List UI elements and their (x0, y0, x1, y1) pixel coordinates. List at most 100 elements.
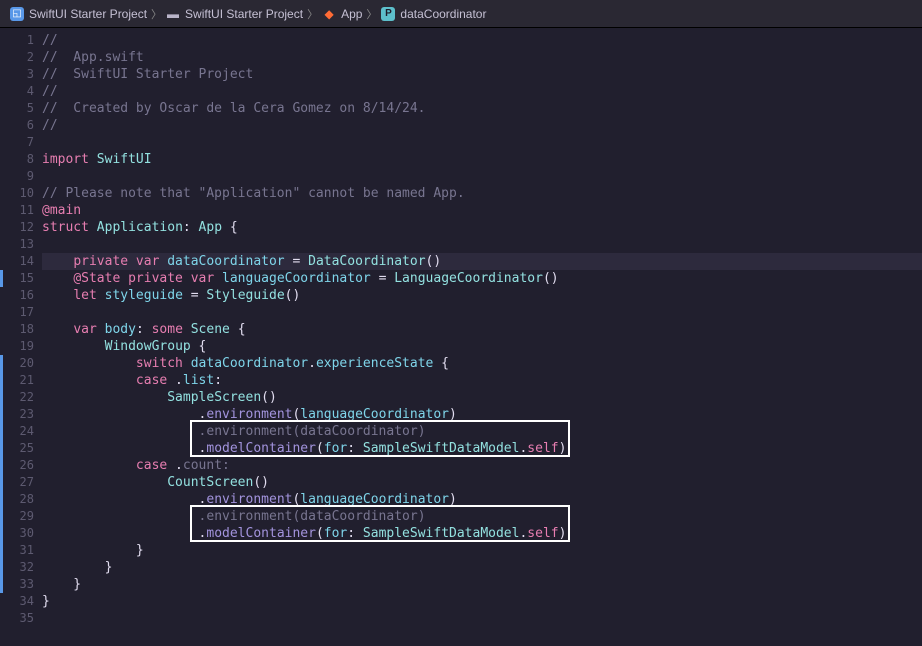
code-line[interactable] (42, 168, 922, 185)
token-dim: .environment(dataCoordinator) (199, 509, 426, 524)
code-area[interactable]: //// App.swift// SwiftUI Starter Project… (42, 28, 922, 646)
code-line[interactable]: // (42, 83, 922, 100)
breadcrumb-bar: ◱ SwiftUI Starter Project 〉 ▬ SwiftUI St… (0, 0, 922, 28)
line-number: 22 (0, 389, 42, 406)
line-number: 26 (0, 457, 42, 474)
token-plain: { (433, 356, 449, 371)
line-number: 20 (0, 355, 42, 372)
token-plain: . (42, 492, 206, 507)
code-line[interactable]: WindowGroup { (42, 338, 922, 355)
code-line[interactable]: // (42, 32, 922, 49)
token-keyword: self (527, 526, 558, 541)
token-ident: for (324, 441, 347, 456)
code-line[interactable]: .environment(dataCoordinator) (42, 423, 922, 440)
code-line[interactable] (42, 134, 922, 151)
line-number: 6 (0, 117, 42, 134)
code-line[interactable]: @main (42, 202, 922, 219)
code-line[interactable]: // SwiftUI Starter Project (42, 66, 922, 83)
code-line[interactable]: // Created by Oscar de la Cera Gomez on … (42, 100, 922, 117)
token-type: CountScreen (167, 475, 253, 490)
token-plain (89, 220, 97, 235)
token-plain: : (347, 441, 363, 456)
token-plain (42, 424, 199, 439)
code-line[interactable]: // (42, 117, 922, 134)
token-type: App (199, 220, 222, 235)
token-plain: } (42, 594, 50, 609)
code-line[interactable]: private var dataCoordinator = DataCoordi… (42, 253, 922, 270)
code-line[interactable]: case .list: (42, 372, 922, 389)
token-plain: = (285, 254, 308, 269)
code-line[interactable]: } (42, 542, 922, 559)
code-line[interactable]: var body: some Scene { (42, 321, 922, 338)
token-type: Styleguide (206, 288, 284, 303)
token-type: SwiftUI (97, 152, 152, 167)
token-plain: { (230, 322, 246, 337)
token-plain: . (42, 441, 206, 456)
line-number: 35 (0, 610, 42, 627)
token-plain (42, 509, 199, 524)
breadcrumb-item-0[interactable]: ◱ SwiftUI Starter Project (10, 7, 147, 21)
code-line[interactable]: SampleScreen() (42, 389, 922, 406)
token-plain (42, 339, 105, 354)
code-line[interactable]: import SwiftUI (42, 151, 922, 168)
token-plain (214, 271, 222, 286)
code-line[interactable]: // Please note that "Application" cannot… (42, 185, 922, 202)
line-number: 5 (0, 100, 42, 117)
token-ident: languageCoordinator (222, 271, 371, 286)
breadcrumb-item-1[interactable]: ▬ SwiftUI Starter Project (166, 7, 303, 21)
token-comment: // App.swift (42, 50, 144, 65)
line-number: 8 (0, 151, 42, 168)
code-editor[interactable]: 1234567891011121314151617181920212223242… (0, 28, 922, 646)
swift-icon: ◆ (322, 7, 336, 21)
code-line[interactable]: CountScreen() (42, 474, 922, 491)
token-keyword: var (73, 322, 96, 337)
code-line[interactable] (42, 236, 922, 253)
line-number: 29 (0, 508, 42, 525)
code-line[interactable] (42, 304, 922, 321)
code-line[interactable]: // App.swift (42, 49, 922, 66)
code-line[interactable]: case .count: (42, 457, 922, 474)
code-line[interactable] (42, 610, 922, 627)
code-line[interactable]: switch dataCoordinator.experienceState { (42, 355, 922, 372)
code-line[interactable]: .environment(dataCoordinator) (42, 508, 922, 525)
line-gutter: 1234567891011121314151617181920212223242… (0, 28, 42, 646)
project-icon: ◱ (10, 7, 24, 21)
folder-icon: ▬ (166, 7, 180, 21)
breadcrumb-item-3[interactable]: P dataCoordinator (381, 7, 486, 21)
breadcrumb-label: App (341, 7, 362, 21)
breadcrumb-label: dataCoordinator (400, 7, 486, 21)
code-line[interactable]: } (42, 576, 922, 593)
line-number: 10 (0, 185, 42, 202)
token-ident: for (324, 526, 347, 541)
code-line[interactable]: @State private var languageCoordinator =… (42, 270, 922, 287)
line-number: 4 (0, 83, 42, 100)
token-ident: languageCoordinator (300, 407, 449, 422)
line-number: 21 (0, 372, 42, 389)
code-line[interactable]: .modelContainer(for: SampleSwiftDataMode… (42, 440, 922, 457)
token-plain: { (191, 339, 207, 354)
code-line[interactable]: } (42, 593, 922, 610)
token-type: WindowGroup (105, 339, 191, 354)
token-ident: body (105, 322, 136, 337)
token-ident: list (183, 373, 214, 388)
code-line[interactable]: } (42, 559, 922, 576)
token-plain: : (136, 322, 152, 337)
token-plain: . (308, 356, 316, 371)
token-plain: () (261, 390, 277, 405)
code-line[interactable]: .environment(languageCoordinator) (42, 491, 922, 508)
code-line[interactable]: .modelContainer(for: SampleSwiftDataMode… (42, 525, 922, 542)
token-comment: // SwiftUI Starter Project (42, 67, 253, 82)
breadcrumb-item-2[interactable]: ◆ App (322, 7, 362, 21)
code-line[interactable]: let styleguide = Styleguide() (42, 287, 922, 304)
token-dim: count: (183, 458, 230, 473)
code-line[interactable]: .environment(languageCoordinator) (42, 406, 922, 423)
token-plain: . (167, 373, 183, 388)
token-func: environment (206, 407, 292, 422)
token-plain: () (426, 254, 442, 269)
token-plain: ) (449, 492, 457, 507)
code-line[interactable]: struct Application: App { (42, 219, 922, 236)
token-ident: languageCoordinator (300, 492, 449, 507)
line-number: 1 (0, 32, 42, 49)
line-number: 16 (0, 287, 42, 304)
line-number: 13 (0, 236, 42, 253)
